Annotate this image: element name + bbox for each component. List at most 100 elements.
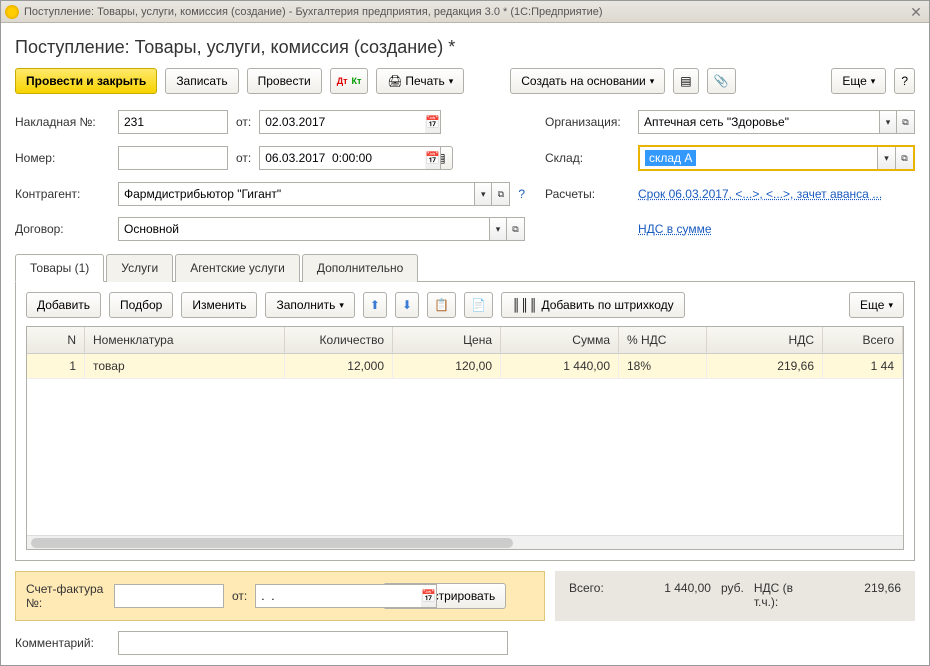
dt-kt-button[interactable]: ДтКт [330,68,369,94]
col-vat[interactable]: НДС [707,327,823,353]
invoice-no-input[interactable] [118,110,228,134]
contract-label: Договор: [15,222,110,236]
move-down-button[interactable]: ⬇ [395,292,419,318]
calendar-icon[interactable]: 📅 [421,584,437,608]
comment-row: Комментарий: [15,631,915,665]
sub-toolbar: Добавить Подбор Изменить Заполнить ▾ ⬆ ⬇… [26,292,904,318]
comment-input[interactable] [118,631,508,655]
main-toolbar: Провести и закрыть Записать Провести ДтК… [15,68,915,94]
invoice-box: Счет-фактура №: от: 📅 Зарегистрировать [15,571,545,621]
col-sum[interactable]: Сумма [501,327,619,353]
counterparty-input[interactable] [118,182,474,206]
barcode-label: Добавить по штрихкоду [541,298,673,312]
move-up-button[interactable]: ⬆ [363,292,387,318]
col-quantity[interactable]: Количество [285,327,393,353]
vat-label: НДС (в т.ч.): [754,581,794,609]
copy-icon: 📋 [434,298,449,312]
col-nomenclature[interactable]: Номенклатура [85,327,285,353]
tab-agency[interactable]: Агентские услуги [175,254,300,282]
help-icon[interactable]: ? [518,187,525,201]
number-input[interactable] [118,146,228,170]
invoice-no-label: Накладная №: [15,115,110,129]
from-label-2: от: [236,151,251,165]
horizontal-scrollbar[interactable] [27,535,903,549]
close-icon[interactable]: ✕ [907,5,925,19]
report-button[interactable]: ▤ [673,68,698,94]
counterparty-label: Контрагент: [15,187,110,201]
tab-extra[interactable]: Дополнительно [302,254,418,282]
chevron-down-icon[interactable]: ▾ [474,182,492,206]
cell-sum: 1 440,00 [501,354,619,378]
col-vat-percent[interactable]: % НДС [619,327,707,353]
cell-total: 1 44 [823,354,903,378]
contract-input[interactable] [118,217,489,241]
paste-button[interactable]: 📄 [464,292,493,318]
titlebar: Поступление: Товары, услуги, комиссия (с… [1,1,929,23]
fill-label: Заполнить [276,298,335,312]
content: Поступление: Товары, услуги, комиссия (с… [1,23,929,665]
col-total[interactable]: Всего [823,327,903,353]
printer-icon: 🖨 [387,74,401,88]
chevron-down-icon: ▾ [871,76,876,87]
open-ref-icon[interactable]: ⧉ [492,182,510,206]
settlements-link[interactable]: Срок 06.03.2017, <...>, <...>, зачет ава… [638,187,915,201]
pick-button[interactable]: Подбор [109,292,173,318]
tab-services[interactable]: Услуги [106,254,173,282]
chevron-down-icon: ▾ [650,76,655,87]
print-label: Печать [405,74,444,88]
vat-value: 219,66 [804,581,901,595]
invoice-date-input2[interactable] [255,584,421,608]
create-based-button[interactable]: Создать на основании ▾ [510,68,665,94]
col-n[interactable]: N [27,327,85,353]
sub-more-button[interactable]: Еще ▾ [849,292,904,318]
open-ref-icon[interactable]: ⧉ [895,147,913,169]
from-label: от: [236,115,251,129]
col-price[interactable]: Цена [393,327,501,353]
table-row[interactable]: 1 товар 12,000 120,00 1 440,00 18% 219,6… [27,354,903,379]
invoice-date-input[interactable] [259,110,425,134]
post-button[interactable]: Провести [247,68,322,94]
total-value: 1 440,00 [614,581,711,595]
more-button[interactable]: Еще ▾ [831,68,886,94]
vat-mode-link[interactable]: НДС в сумме [638,222,712,236]
attach-button[interactable]: 📎 [707,68,736,94]
copy-button[interactable]: 📋 [427,292,456,318]
save-button[interactable]: Записать [165,68,238,94]
grid-body[interactable]: 1 товар 12,000 120,00 1 440,00 18% 219,6… [27,354,903,535]
calendar-icon[interactable]: 📅 [425,146,441,170]
tabs: Товары (1) Услуги Агентские услуги Допол… [15,253,915,282]
chevron-down-icon: ▾ [888,300,893,311]
cell-n: 1 [27,354,85,378]
cell-price: 120,00 [393,354,501,378]
invoice-no-input2[interactable] [114,584,224,608]
org-input[interactable] [638,110,879,134]
edit-button[interactable]: Изменить [181,292,257,318]
chevron-down-icon[interactable]: ▾ [879,110,897,134]
open-ref-icon[interactable]: ⧉ [897,110,915,134]
barcode-icon: ║║║ [512,298,538,312]
print-button[interactable]: 🖨 Печать ▾ [376,68,464,94]
warehouse-select[interactable]: склад А ▾ ⧉ [638,145,915,171]
help-button[interactable]: ? [894,68,915,94]
post-close-button[interactable]: Провести и закрыть [15,68,157,94]
cell-qty: 12,000 [285,354,393,378]
footer: Счет-фактура №: от: 📅 Зарегистрировать В… [15,571,915,621]
barcode-button[interactable]: ║║║ Добавить по штрихкоду [501,292,685,318]
open-ref-icon[interactable]: ⧉ [507,217,525,241]
window: Поступление: Товары, услуги, комиссия (с… [0,0,930,666]
fill-button[interactable]: Заполнить ▾ [265,292,354,318]
org-label: Организация: [545,115,630,129]
more-label: Еще [860,298,884,312]
totals-box: Всего: 1 440,00 руб. НДС (в т.ч.): 219,6… [555,571,915,621]
invoice-label: Счет-фактура №: [26,582,106,610]
arrow-down-icon: ⬇ [402,298,412,312]
doc-date-input[interactable] [259,146,425,170]
number-label: Номер: [15,151,110,165]
chevron-down-icon[interactable]: ▾ [489,217,507,241]
tab-goods[interactable]: Товары (1) [15,254,104,282]
chevron-down-icon[interactable]: ▾ [877,147,895,169]
add-button[interactable]: Добавить [26,292,101,318]
doc-icon: ▤ [680,74,691,88]
calendar-icon[interactable]: 📅 [425,110,441,134]
total-label: Всего: [569,581,604,595]
